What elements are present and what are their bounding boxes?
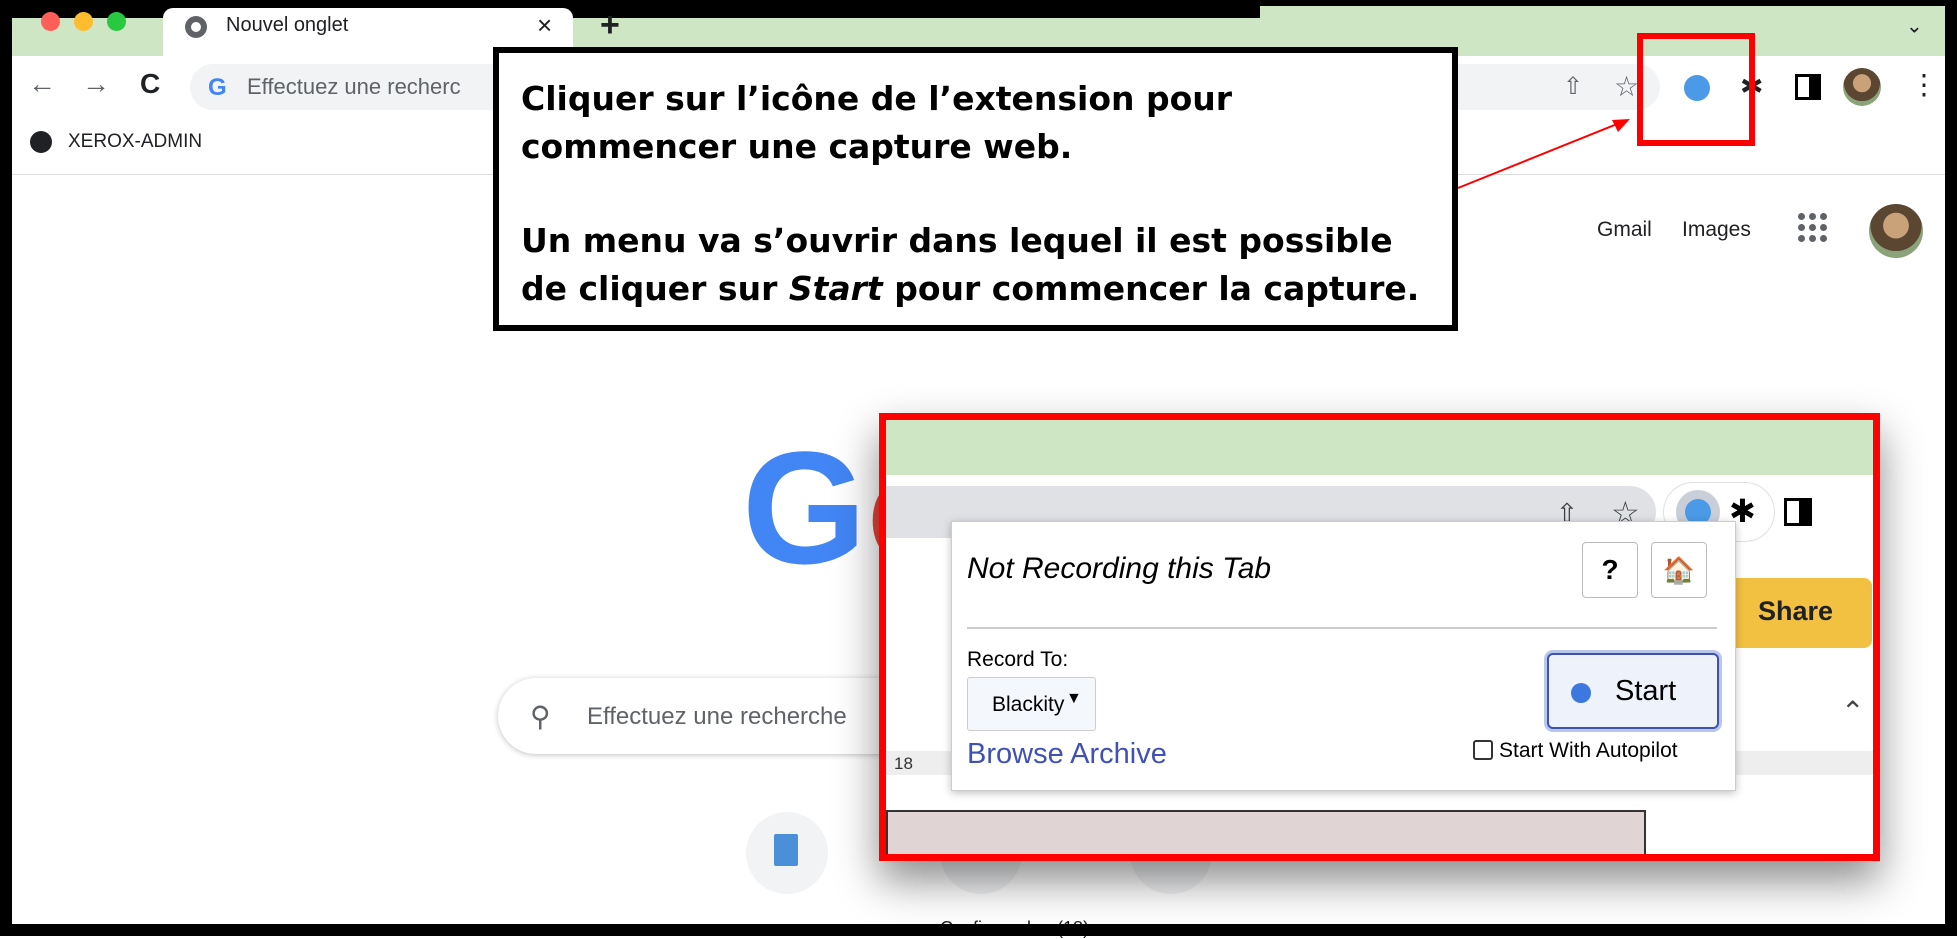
screenshot-frame — [0, 0, 1957, 936]
